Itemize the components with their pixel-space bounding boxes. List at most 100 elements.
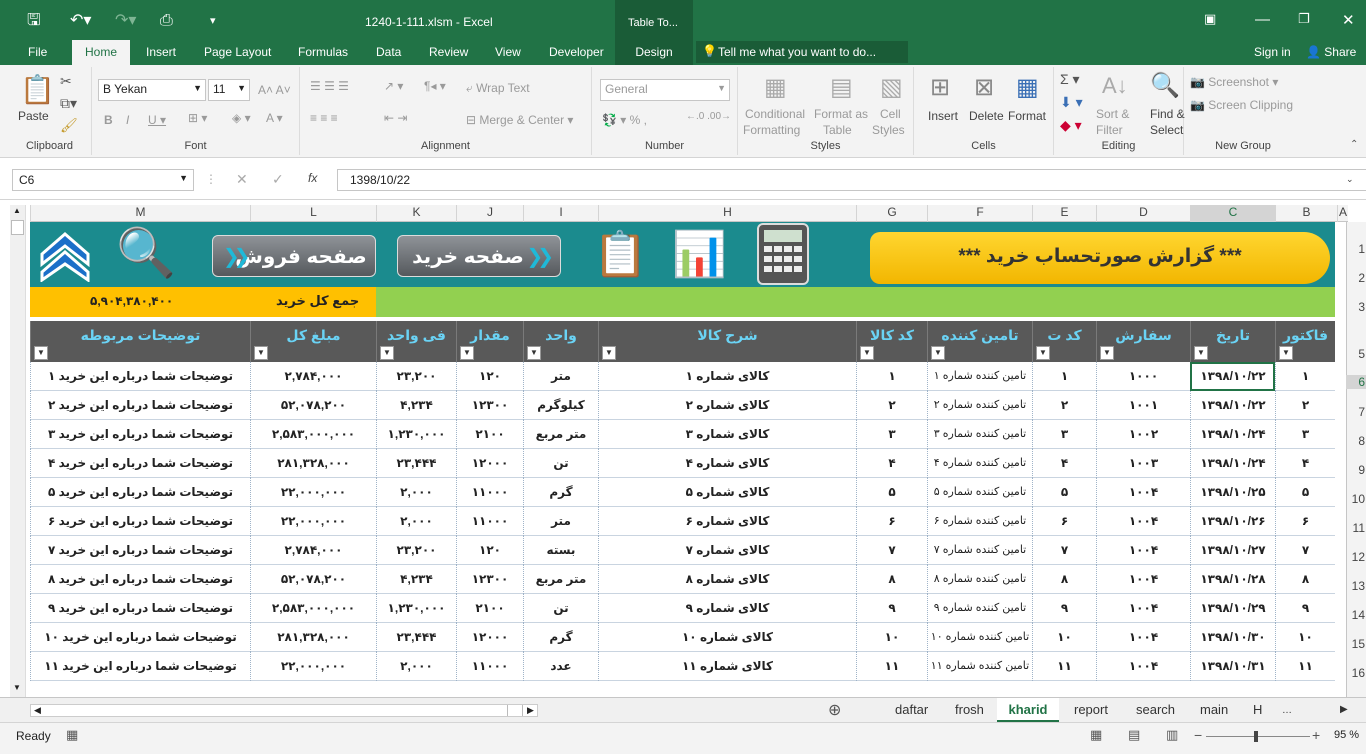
home-arrow-icon[interactable]: [38, 230, 92, 282]
zoom-slider-thumb[interactable]: [1254, 731, 1258, 742]
grow-font-icon[interactable]: A˄ A˅: [258, 83, 291, 97]
row-header[interactable]: 10: [1346, 492, 1366, 506]
cell-unit-price[interactable]: ۱,۲۳۰,۰۰۰: [376, 594, 456, 623]
cell-item-description[interactable]: کالای شماره ۱۰: [598, 623, 856, 652]
cell-supplier-code[interactable]: ۵: [1032, 478, 1096, 507]
sheet-tab[interactable]: H: [1253, 702, 1262, 717]
share-button[interactable]: 👤 Share: [1306, 45, 1356, 59]
cell-supplier-code[interactable]: ۶: [1032, 507, 1096, 536]
row-header[interactable]: 9: [1346, 463, 1366, 477]
cell-supplier[interactable]: تامین کننده شماره ۱: [927, 362, 1032, 391]
customize-qat-icon[interactable]: ▾: [210, 11, 216, 31]
filter-dropdown-icon[interactable]: ▼: [860, 346, 874, 360]
cell-unit[interactable]: متر: [523, 507, 598, 536]
column-header[interactable]: G: [856, 205, 927, 222]
cell-unit[interactable]: متر مربع: [523, 420, 598, 449]
zoom-in-icon[interactable]: +: [1312, 727, 1320, 743]
cell-unit-price[interactable]: ۲,۰۰۰: [376, 507, 456, 536]
cell-item-code[interactable]: ۹: [856, 594, 927, 623]
macro-record-icon[interactable]: ▦: [66, 727, 78, 743]
cell-total-amount[interactable]: ۵۲,۰۷۸,۲۰۰: [250, 391, 376, 420]
italic-icon[interactable]: I: [126, 113, 129, 127]
cell-unit-price[interactable]: ۲۳,۲۰۰: [376, 362, 456, 391]
format-painter-icon[interactable]: 🖌: [60, 117, 78, 134]
cell-order[interactable]: ۱۰۰۴: [1096, 565, 1190, 594]
font-name-input[interactable]: B Yekan ▼: [98, 79, 206, 101]
cell-supplier-code[interactable]: ۱۰: [1032, 623, 1096, 652]
cell-unit[interactable]: عدد: [523, 652, 598, 681]
cell-quantity[interactable]: ۱۲۰۰۰: [456, 623, 523, 652]
cell-order[interactable]: ۱۰۰۴: [1096, 507, 1190, 536]
merge-center-button[interactable]: ⊟ Merge & Center ▾: [466, 113, 573, 127]
font-color-icon[interactable]: A ▾: [266, 111, 283, 125]
font-size-input[interactable]: 11 ▼: [208, 79, 250, 101]
tell-me-box[interactable]: 💡 Tell me what you want to do...: [696, 41, 908, 63]
row-header[interactable]: 12: [1346, 550, 1366, 564]
horizontal-scrollbar[interactable]: ◀ ▶: [30, 704, 538, 717]
find-select-button[interactable]: Find &: [1150, 107, 1185, 121]
cell-description[interactable]: توضیحات شما درباره این خرید ۷: [30, 536, 250, 565]
cell-date[interactable]: ۱۳۹۸/۱۰/۳۰: [1190, 623, 1275, 652]
cell-invoice[interactable]: ۸: [1275, 565, 1335, 594]
cell-styles-button[interactable]: Cell: [880, 107, 901, 121]
sheet-tab-active[interactable]: kharid: [997, 698, 1059, 722]
cell-item-description[interactable]: کالای شماره ۱: [598, 362, 856, 391]
cell-unit[interactable]: بسته: [523, 536, 598, 565]
cell-quantity[interactable]: ۱۲۰: [456, 362, 523, 391]
new-sheet-icon[interactable]: ⊕: [828, 700, 841, 720]
cancel-icon[interactable]: ✕: [236, 171, 248, 188]
orientation-icon[interactable]: ↗ ▾: [384, 79, 403, 93]
filter-dropdown-icon[interactable]: ▼: [1100, 346, 1114, 360]
tab-insert[interactable]: Insert: [146, 45, 176, 59]
cell-unit[interactable]: متر مربع: [523, 565, 598, 594]
underline-icon[interactable]: U ▾: [148, 113, 166, 127]
tab-file[interactable]: File: [28, 45, 47, 59]
column-header[interactable]: A: [1337, 205, 1348, 222]
minimize-icon[interactable]: —: [1255, 11, 1270, 28]
cell-date[interactable]: ۱۳۹۸/۱۰/۳۱: [1190, 652, 1275, 681]
cell-item-description[interactable]: کالای شماره ۳: [598, 420, 856, 449]
cell-item-code[interactable]: ۸: [856, 565, 927, 594]
column-header[interactable]: F: [927, 205, 1032, 222]
borders-icon[interactable]: ⊞ ▾: [188, 111, 207, 125]
cell-unit-price[interactable]: ۲,۰۰۰: [376, 652, 456, 681]
format-cells-icon[interactable]: ▦: [1016, 73, 1039, 102]
cell-unit[interactable]: گرم: [523, 478, 598, 507]
cell-item-description[interactable]: کالای شماره ۵: [598, 478, 856, 507]
align-top-icon[interactable]: ☰ ☰ ☰: [310, 79, 349, 93]
row-header[interactable]: 3: [1346, 300, 1366, 314]
row-header[interactable]: 14: [1346, 608, 1366, 622]
ribbon-display-icon[interactable]: ▣: [1204, 11, 1216, 27]
cell-unit[interactable]: تن: [523, 449, 598, 478]
cell-invoice[interactable]: ۱۰: [1275, 623, 1335, 652]
cell-order[interactable]: ۱۰۰۴: [1096, 478, 1190, 507]
zoom-out-icon[interactable]: −: [1194, 727, 1202, 743]
sort-filter-button[interactable]: Sort &: [1096, 107, 1129, 121]
cell-item-code[interactable]: ۲: [856, 391, 927, 420]
cell-total-amount[interactable]: ۲۲,۰۰۰,۰۰۰: [250, 652, 376, 681]
more-sheets-icon[interactable]: …: [1282, 705, 1292, 716]
filter-dropdown-icon[interactable]: ▼: [1194, 346, 1208, 360]
cell-item-description[interactable]: کالای شماره ۴: [598, 449, 856, 478]
header-invoice[interactable]: فاکتور ▼: [1275, 321, 1335, 362]
cell-description[interactable]: توضیحات شما درباره این خرید ۳: [30, 420, 250, 449]
restore-icon[interactable]: ❐: [1298, 11, 1310, 27]
cell-quantity[interactable]: ۱۲۰۰۰: [456, 449, 523, 478]
filter-dropdown-icon[interactable]: ▼: [602, 346, 616, 360]
cell-unit-price[interactable]: ۲۳,۴۴۴: [376, 623, 456, 652]
cell-item-code[interactable]: ۵: [856, 478, 927, 507]
filter-dropdown-icon[interactable]: ▼: [1279, 346, 1293, 360]
cell-unit-price[interactable]: ۴,۲۳۴: [376, 565, 456, 594]
cell-unit-price[interactable]: ۱,۲۳۰,۰۰۰: [376, 420, 456, 449]
cell-item-code[interactable]: ۱۱: [856, 652, 927, 681]
collapse-ribbon-icon[interactable]: ⌃: [1350, 139, 1358, 150]
find-select-icon[interactable]: 🔍: [1150, 71, 1180, 100]
row-header[interactable]: 1: [1346, 242, 1366, 256]
cell-date[interactable]: ۱۳۹۸/۱۰/۲۲: [1190, 391, 1275, 420]
scroll-right-icon[interactable]: ▶: [1340, 704, 1348, 715]
cell-quantity[interactable]: ۱۲۳۰۰: [456, 391, 523, 420]
cell-supplier-code[interactable]: ۱: [1032, 362, 1096, 391]
cell-item-description[interactable]: کالای شماره ۲: [598, 391, 856, 420]
cell-total-amount[interactable]: ۵۲,۰۷۸,۲۰۰: [250, 565, 376, 594]
cell-supplier-code[interactable]: ۱۱: [1032, 652, 1096, 681]
